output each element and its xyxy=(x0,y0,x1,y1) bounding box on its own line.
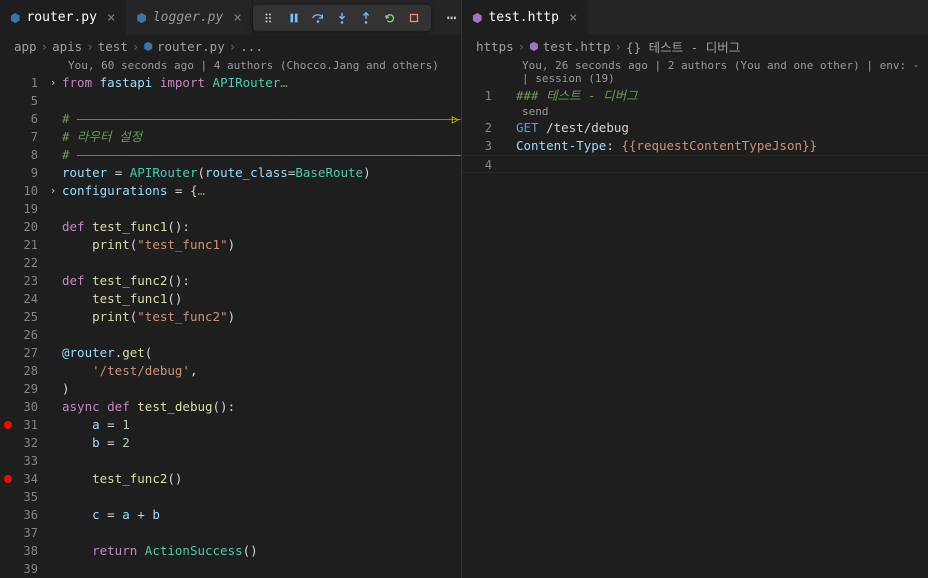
continue-icon[interactable]: ▷ xyxy=(452,110,459,128)
code-editor-right[interactable]: 1### 테스트 - 디버그send2GET /test/debug3Conte… xyxy=(462,87,928,578)
editor-pane-left: ⬢ router.py × ⬢ logger.py × ⋯ app› apis›… xyxy=(0,0,462,578)
code-line[interactable]: 4 xyxy=(462,155,928,173)
code-line[interactable]: 21 print("test_func1") xyxy=(0,236,461,254)
breadcrumb-item[interactable]: test.http xyxy=(543,39,611,54)
code-line[interactable]: 2GET /test/debug xyxy=(462,119,928,137)
codelens-right[interactable]: You, 26 seconds ago | 2 authors (You and… xyxy=(462,57,928,87)
code-line[interactable]: 23def test_func2(): xyxy=(0,272,461,290)
debug-restart-button[interactable] xyxy=(379,7,401,29)
send-request-link[interactable]: send xyxy=(462,105,928,119)
breakpoint-icon[interactable] xyxy=(4,475,12,483)
breadcrumb-item[interactable]: apis xyxy=(52,39,82,54)
debug-step-out-button[interactable] xyxy=(355,7,377,29)
http-icon: ⬢ xyxy=(529,40,539,53)
code-line[interactable]: 26 xyxy=(0,326,461,344)
python-icon: ⬢ xyxy=(10,11,20,25)
close-icon[interactable]: × xyxy=(569,10,577,26)
code-line[interactable]: 31 a = 1 xyxy=(0,416,461,434)
breadcrumb-item[interactable]: router.py xyxy=(157,39,225,54)
python-icon: ⬢ xyxy=(136,11,146,25)
code-line[interactable]: 25 print("test_func2") xyxy=(0,308,461,326)
debug-toolbar xyxy=(253,5,431,31)
breadcrumb-item[interactable]: {} 테스트 - 디버그 xyxy=(626,37,740,56)
code-line[interactable]: 38 return ActionSuccess() xyxy=(0,542,461,560)
code-line[interactable]: 1›from fastapi import APIRouter… xyxy=(0,74,461,92)
debug-step-into-button[interactable] xyxy=(331,7,353,29)
http-icon: ⬢ xyxy=(472,11,482,25)
tab-label: test.http xyxy=(488,10,558,25)
more-actions-button[interactable]: ⋯ xyxy=(439,8,465,27)
code-line[interactable]: 1### 테스트 - 디버그 xyxy=(462,87,928,105)
code-line[interactable]: 22 xyxy=(0,254,461,272)
breadcrumb-item[interactable]: test xyxy=(98,39,128,54)
debug-grip-handle[interactable] xyxy=(259,7,281,29)
tab-bar-left: ⬢ router.py × ⬢ logger.py × ⋯ xyxy=(0,0,461,35)
tab-logger-py[interactable]: ⬢ logger.py × xyxy=(126,0,252,35)
code-line[interactable]: 39 xyxy=(0,560,461,578)
code-line[interactable]: 19 xyxy=(0,200,461,218)
python-icon: ⬢ xyxy=(143,40,153,53)
editor-pane-right: ⬢ test.http × https› ⬢ test.http› {} 테스트… xyxy=(462,0,928,578)
fold-toggle[interactable]: › xyxy=(44,182,62,200)
code-line[interactable]: 3Content-Type: {{requestContentTypeJson}… xyxy=(462,137,928,155)
debug-stop-button[interactable] xyxy=(403,7,425,29)
codelens-left[interactable]: You, 60 seconds ago | 4 authors (Chocco.… xyxy=(0,57,461,74)
code-line[interactable]: 7# 라우터 설정 xyxy=(0,128,461,146)
code-editor-left[interactable]: 1›from fastapi import APIRouter…56# ––––… xyxy=(0,74,461,578)
breadcrumb-item[interactable]: https xyxy=(476,39,514,54)
code-line[interactable]: 24 test_func1() xyxy=(0,290,461,308)
code-line[interactable]: 8# –––––––––––––––––––––––––––––––––––––… xyxy=(0,146,461,164)
fold-toggle[interactable]: › xyxy=(44,74,62,92)
breadcrumb-right[interactable]: https› ⬢ test.http› {} 테스트 - 디버그 xyxy=(462,35,928,57)
code-line[interactable]: 37 xyxy=(0,524,461,542)
breakpoint-icon[interactable] xyxy=(4,421,12,429)
code-line[interactable]: 34 test_func2() xyxy=(0,470,461,488)
code-line[interactable]: 35 xyxy=(0,488,461,506)
code-line[interactable]: 36 c = a + b xyxy=(0,506,461,524)
code-line[interactable]: 5 xyxy=(0,92,461,110)
code-line[interactable]: 32 b = 2 xyxy=(0,434,461,452)
code-line[interactable]: 10›configurations = {… xyxy=(0,182,461,200)
close-icon[interactable]: × xyxy=(233,10,241,26)
tab-label: router.py xyxy=(26,10,96,25)
tab-bar-right: ⬢ test.http × xyxy=(462,0,928,35)
code-line[interactable]: 33 xyxy=(0,452,461,470)
close-icon[interactable]: × xyxy=(107,10,115,26)
tab-label: logger.py xyxy=(153,10,223,25)
breadcrumb-item[interactable]: ... xyxy=(240,39,263,54)
tab-router-py[interactable]: ⬢ router.py × xyxy=(0,0,126,35)
code-line[interactable]: 30async def test_debug(): xyxy=(0,398,461,416)
debug-pause-button[interactable] xyxy=(283,7,305,29)
tab-test-http[interactable]: ⬢ test.http × xyxy=(462,0,588,35)
code-line[interactable]: 6# –––––––––––––––––––––––––––––––––––––… xyxy=(0,110,461,128)
code-line[interactable]: 20def test_func1(): xyxy=(0,218,461,236)
code-line[interactable]: 27@router.get( xyxy=(0,344,461,362)
breadcrumb-item[interactable]: app xyxy=(14,39,37,54)
breadcrumb-left[interactable]: app› apis› test› ⬢ router.py› ... xyxy=(0,35,461,57)
code-line[interactable]: 28 '/test/debug', xyxy=(0,362,461,380)
debug-step-over-button[interactable] xyxy=(307,7,329,29)
code-line[interactable]: 9router = APIRouter(route_class=BaseRout… xyxy=(0,164,461,182)
code-line[interactable]: 29) xyxy=(0,380,461,398)
